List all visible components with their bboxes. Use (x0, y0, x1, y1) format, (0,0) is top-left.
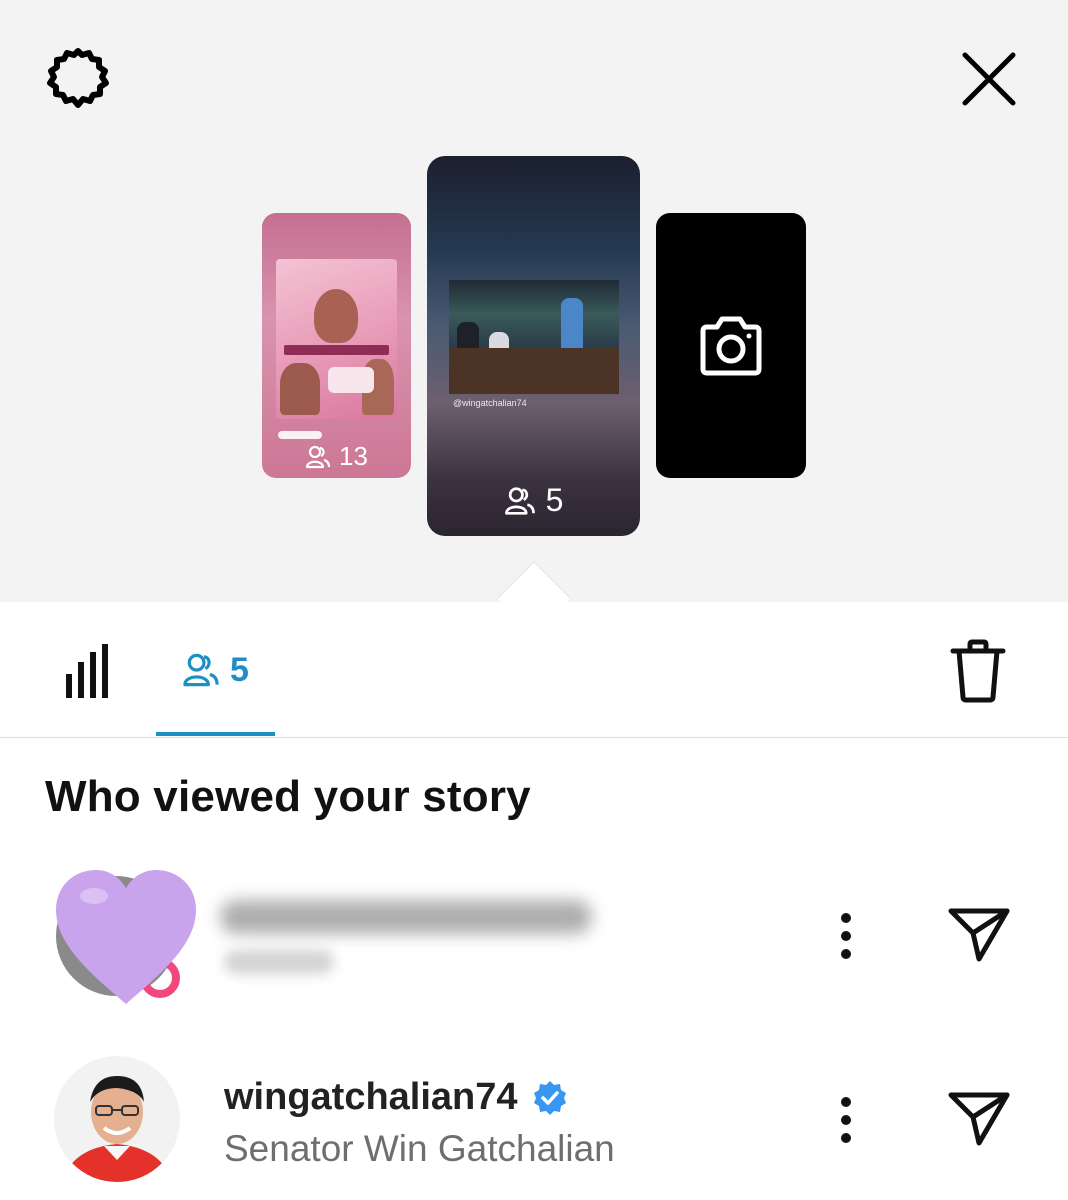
story-poster-image (276, 259, 397, 419)
viewer-count-label: 5 (545, 482, 564, 518)
tab-insights[interactable] (62, 642, 118, 700)
story-thumbnail-2-selected[interactable]: @wingatchalian74 5 (427, 156, 640, 536)
story-tabs-bar: 5 (0, 602, 1068, 738)
story-carousel-area: 13 @wingatchalian74 5 (0, 0, 1068, 635)
paper-plane-icon (948, 908, 1010, 962)
viewer-fullname-blurred (224, 950, 334, 974)
viewers-icon (305, 445, 331, 468)
viewer-row[interactable]: wingatchalian74 Senator Win Gatchalian (0, 1052, 1068, 1192)
close-button[interactable] (954, 46, 1024, 112)
tab-viewers[interactable]: 5 (156, 630, 275, 710)
send-message-button[interactable] (944, 1088, 1014, 1150)
purple-heart-icon (56, 870, 196, 1004)
camera-icon (700, 316, 762, 375)
viewer-options-button[interactable] (826, 1092, 866, 1148)
more-vertical-icon (841, 913, 851, 959)
viewers-icon (183, 653, 219, 687)
viewer-row[interactable] (0, 866, 1068, 1006)
story-viewer-count: 13 (262, 441, 411, 472)
paper-plane-icon (948, 1092, 1010, 1146)
viewer-count-label: 13 (339, 441, 368, 471)
bar-chart-icon (66, 644, 108, 698)
more-vertical-icon (841, 1097, 851, 1143)
active-tab-indicator (156, 732, 275, 736)
section-title: Who viewed your story (45, 772, 531, 821)
add-story-button[interactable] (656, 213, 806, 478)
send-message-button[interactable] (944, 904, 1014, 966)
trash-icon (950, 639, 1006, 703)
viewer-options-button[interactable] (826, 908, 866, 964)
viewer-avatar[interactable] (54, 1056, 180, 1182)
settings-gear-icon (47, 48, 109, 108)
viewers-tab-count: 5 (230, 650, 249, 689)
viewer-username-line: wingatchalian74 (224, 1076, 568, 1119)
settings-button[interactable] (40, 46, 116, 112)
viewer-fullname: Senator Win Gatchalian (224, 1128, 615, 1169)
portrait-avatar-image (54, 1056, 180, 1182)
viewer-username[interactable]: wingatchalian74 (224, 1076, 518, 1119)
viewer-username-blurred (220, 900, 592, 934)
close-x-icon (962, 52, 1016, 106)
viewer-avatar[interactable] (54, 866, 200, 1008)
story-thumbnail-1[interactable]: 13 (262, 213, 411, 478)
story-viewer-count: 5 (427, 482, 640, 519)
verified-badge-icon (533, 1080, 566, 1115)
shared-video-preview (449, 280, 619, 394)
viewers-icon (504, 486, 535, 515)
delete-story-button[interactable] (944, 636, 1012, 706)
mention-handle: @wingatchalian74 (453, 398, 527, 408)
